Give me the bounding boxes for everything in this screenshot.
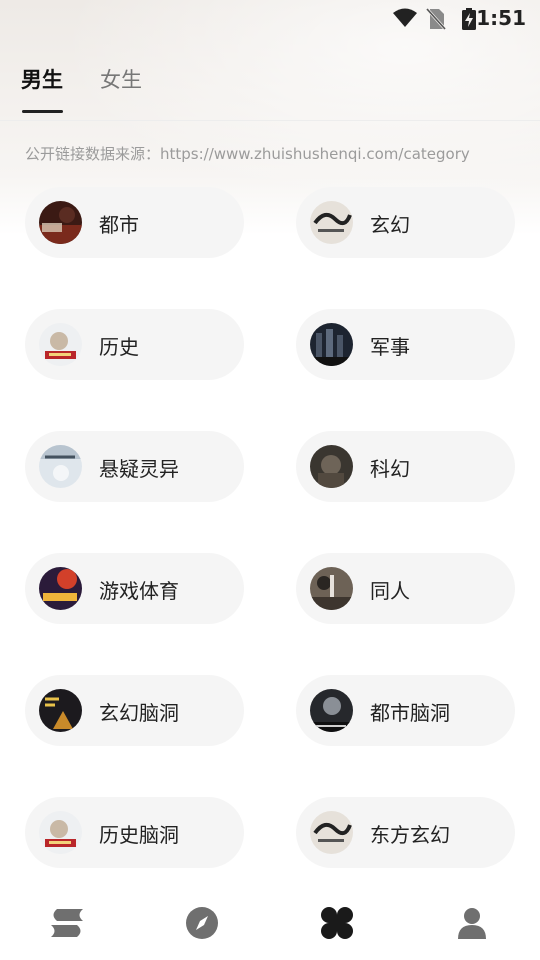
stack-icon (51, 909, 83, 937)
category-item-lishi[interactable]: 历史 (25, 309, 244, 380)
category-cover-icon (39, 445, 82, 488)
nav-bookshelf[interactable] (49, 905, 85, 941)
category-item-xuanhuan-naodong[interactable]: 玄幻脑洞 (25, 675, 244, 746)
category-item-xuanyi[interactable]: 悬疑灵异 (25, 431, 244, 502)
category-cover-icon (310, 323, 353, 366)
wifi-icon (392, 8, 418, 32)
category-label: 科幻 (370, 457, 410, 481)
category-label: 玄幻脑洞 (99, 701, 179, 725)
category-label: 悬疑灵异 (99, 457, 179, 481)
tab-divider (0, 120, 540, 121)
category-cover-icon (39, 201, 82, 244)
nav-category[interactable] (319, 905, 355, 941)
category-cover-icon (310, 201, 353, 244)
category-cover-icon (39, 811, 82, 854)
gender-tabs: 男生 女生 (0, 60, 540, 122)
clover-grid-icon (321, 907, 353, 939)
clock: 1:51 (476, 6, 526, 30)
category-item-youxi[interactable]: 游戏体育 (25, 553, 244, 624)
battery-charging-icon (462, 8, 476, 34)
category-label: 游戏体育 (99, 579, 179, 603)
category-cover-icon (310, 689, 353, 732)
category-item-lishi-naodong[interactable]: 历史脑洞 (25, 797, 244, 868)
category-item-dushi-naodong[interactable]: 都市脑洞 (296, 675, 515, 746)
category-cover-icon (39, 689, 82, 732)
category-cover-icon (310, 811, 353, 854)
category-label: 历史脑洞 (99, 823, 179, 847)
bottom-nav (0, 888, 540, 960)
person-icon (458, 908, 486, 939)
compass-icon (186, 907, 218, 939)
category-item-dongfang-xuanhuan[interactable]: 东方玄幻 (296, 797, 515, 868)
status-bar: 1:51 (0, 0, 540, 36)
category-label: 东方玄幻 (370, 823, 450, 847)
category-item-xuanhuan[interactable]: 玄幻 (296, 187, 515, 258)
no-sim-icon (425, 7, 447, 34)
category-label: 军事 (370, 335, 410, 359)
nav-discover[interactable] (184, 905, 220, 941)
category-cover-icon (310, 567, 353, 610)
category-label: 玄幻 (370, 213, 410, 237)
category-item-kehuan[interactable]: 科幻 (296, 431, 515, 502)
category-label: 同人 (370, 579, 410, 603)
category-label: 都市脑洞 (370, 701, 450, 725)
category-item-junshi[interactable]: 军事 (296, 309, 515, 380)
nav-profile[interactable] (454, 905, 490, 941)
tab-male[interactable]: 男生 (21, 64, 63, 94)
category-cover-icon (310, 445, 353, 488)
tab-indicator (22, 110, 63, 113)
category-cover-icon (39, 323, 82, 366)
data-source-note: 公开链接数据来源：https://www.zhuishushenqi.com/c… (25, 145, 470, 163)
category-cover-icon (39, 567, 82, 610)
category-label: 都市 (99, 213, 139, 237)
tab-female[interactable]: 女生 (100, 64, 142, 94)
category-item-tongren[interactable]: 同人 (296, 553, 515, 624)
category-item-dushi[interactable]: 都市 (25, 187, 244, 258)
category-label: 历史 (99, 335, 139, 359)
